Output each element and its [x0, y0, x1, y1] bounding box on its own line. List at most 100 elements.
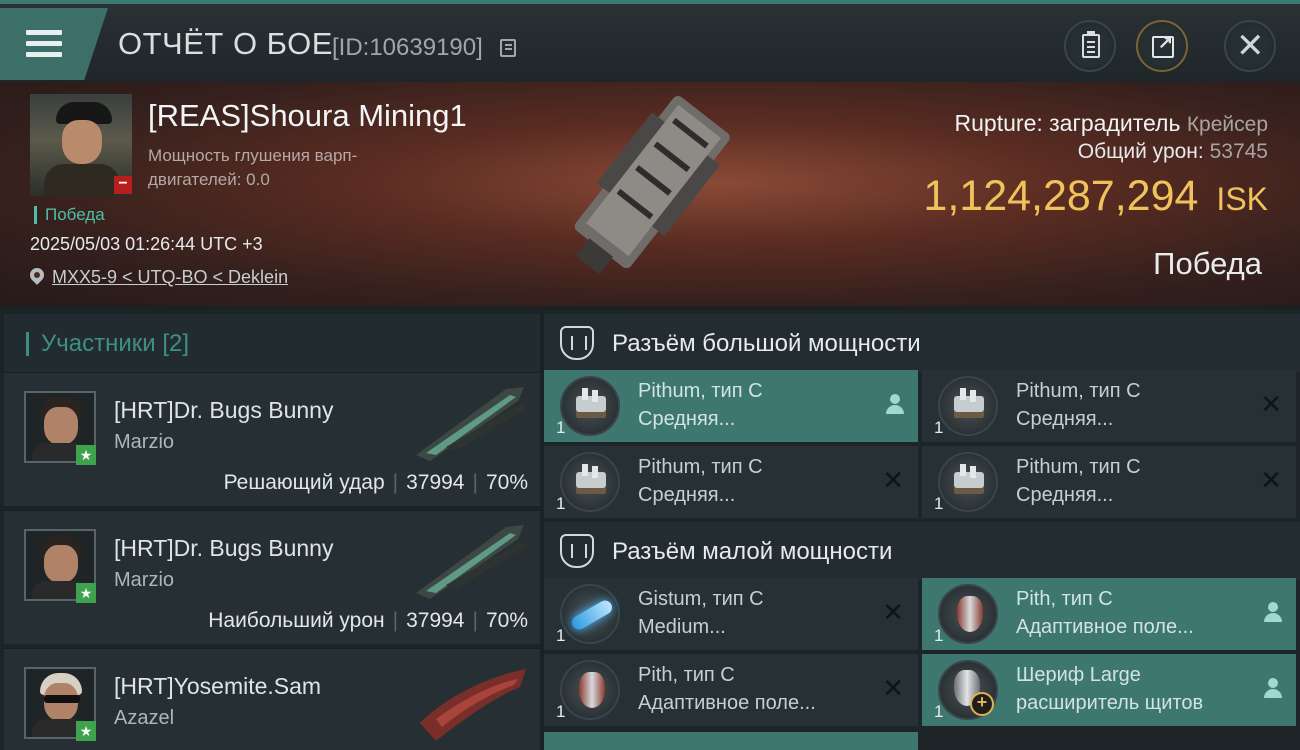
- total-damage-value: 53745: [1209, 140, 1268, 163]
- module-slot[interactable]: 1 Gistum, тип C Medium... ✕: [544, 578, 918, 650]
- report-id: [ID:10639190]: [332, 34, 483, 61]
- module-slot-partial[interactable]: [544, 732, 918, 750]
- destroyed-icon: ✕: [1260, 389, 1282, 419]
- module-name: Pithum, тип C: [1016, 380, 1141, 402]
- fitting-panel: Разъём большой мощности 1 Pithum, тип C …: [544, 310, 1300, 750]
- module-name: Pithum, тип C: [638, 380, 763, 402]
- page-title: ОТЧЁТ О БОЕ: [118, 26, 333, 61]
- participant-ship-image: [420, 669, 526, 741]
- module-slot[interactable]: 1 Pith, тип C Адаптивное поле...: [922, 578, 1296, 650]
- star-badge-icon: ★: [76, 583, 96, 603]
- module-quantity: 1: [556, 626, 566, 645]
- module-description: Medium...: [638, 616, 726, 638]
- menu-icon: [26, 30, 62, 58]
- module-description: Средняя...: [638, 408, 736, 430]
- warp-disruption-label: Мощность глушения варп-двигателей: 0.0: [148, 146, 358, 189]
- isk-value: 1,124,287,294: [923, 172, 1199, 220]
- minus-badge-icon: −: [114, 176, 132, 194]
- module-description: Средняя...: [1016, 408, 1114, 430]
- participant-ship: Azazel: [114, 707, 175, 729]
- high-slot-title: Разъём большой мощности: [612, 330, 921, 357]
- module-quantity: 1: [556, 418, 566, 437]
- module-slot[interactable]: 1 Pithum, тип C Средняя... ✕: [922, 370, 1296, 442]
- module-name: Gistum, тип C: [638, 588, 764, 610]
- ship-class: Крейсер: [1186, 113, 1268, 136]
- participant-damage: 37994: [406, 471, 465, 494]
- destroyed-icon: ✕: [882, 673, 904, 703]
- participant-card[interactable]: ★ [HRT]Dr. Bugs Bunny Marzio Наибольший …: [4, 510, 540, 644]
- participants-header[interactable]: Участники [2]: [4, 314, 540, 372]
- participant-ship: Marzio: [114, 569, 175, 591]
- destroyed-icon: ✕: [1260, 465, 1282, 495]
- share-button[interactable]: [1136, 20, 1188, 72]
- total-damage-label: Общий урон:: [1077, 140, 1204, 163]
- participants-panel: Участники [2] ★ [HRT]Dr. Bugs Bunny Marz…: [0, 310, 540, 750]
- charge-icon: [560, 584, 620, 644]
- module-quantity: 1: [934, 702, 944, 721]
- module-quantity: 1: [556, 702, 566, 721]
- participant-damage: 37994: [406, 609, 465, 632]
- clipboard-button[interactable]: [1064, 20, 1116, 72]
- module-slot[interactable]: 1 Pithum, тип C Средняя...: [544, 370, 918, 442]
- participant-percent: 70%: [485, 471, 528, 494]
- participant-name: [HRT]Dr. Bugs Bunny: [114, 535, 334, 561]
- module-slot[interactable]: 1 Pith, тип C Адаптивное поле... ✕: [544, 654, 918, 726]
- participant-card[interactable]: ★ [HRT]Dr. Bugs Bunny Marzio Решающий уд…: [4, 372, 540, 506]
- shield-hardener-icon: [560, 660, 620, 720]
- isk-value-line: 1,124,287,294 ISK: [923, 172, 1268, 221]
- ship-name: Rupture: заградитель: [954, 110, 1181, 136]
- person-icon: [886, 394, 904, 416]
- module-name: Pith, тип C: [638, 664, 735, 686]
- participant-role: Решающий удар: [223, 471, 385, 494]
- module-slot[interactable]: 1 Шериф Large расширитель щитов: [922, 654, 1296, 726]
- module-slot[interactable]: 1 Pithum, тип C Средняя... ✕: [544, 446, 918, 518]
- participant-name: [HRT]Yosemite.Sam: [114, 673, 322, 699]
- module-quantity: 1: [556, 494, 566, 513]
- participant-ship: Marzio: [114, 431, 175, 453]
- victim-summary: − [REAS]Shoura Mining1 Мощность глушения…: [0, 82, 1300, 306]
- module-description: Средняя...: [638, 484, 736, 506]
- person-icon: [1264, 602, 1282, 624]
- module-description: Адаптивное поле...: [638, 692, 816, 714]
- module-name: Pithum, тип C: [1016, 456, 1141, 478]
- low-slot-title: Разъём малой мощности: [612, 538, 893, 565]
- close-button[interactable]: ✕: [1224, 20, 1276, 72]
- turret-icon: [560, 452, 620, 512]
- location-link[interactable]: MXX5-9 < UTQ-BO < Deklein: [52, 267, 288, 288]
- share-icon: [1152, 32, 1174, 58]
- person-icon: [1264, 678, 1282, 700]
- battle-datetime: 2025/05/03 01:26:44 UTC +3: [30, 234, 263, 254]
- participant-ship-image: [416, 525, 526, 599]
- module-quantity: 1: [934, 626, 944, 645]
- victim-ship-image: [574, 95, 730, 275]
- star-badge-icon: ★: [76, 445, 96, 465]
- star-badge-icon: ★: [76, 721, 96, 741]
- module-quantity: 1: [934, 494, 944, 513]
- menu-button[interactable]: [0, 8, 108, 80]
- module-quantity: 1: [934, 418, 944, 437]
- participant-stats: Наибольший урон | 37994 | 70%: [208, 609, 528, 632]
- module-slot[interactable]: 1 Pithum, тип C Средняя... ✕: [922, 446, 1296, 518]
- module-name: Pithum, тип C: [638, 456, 763, 478]
- participant-stats: Решающий удар | 37994 | 70%: [223, 471, 528, 494]
- participant-card[interactable]: ★ [HRT]Yosemite.Sam Azazel: [4, 648, 540, 750]
- close-icon: ✕: [1236, 27, 1265, 65]
- location-pin-icon: [27, 265, 47, 285]
- participants-title: Участники [2]: [26, 332, 189, 356]
- module-description: расширитель щитов: [1016, 692, 1204, 714]
- battle-outcome: Победа: [1153, 246, 1262, 281]
- copy-icon[interactable]: [500, 39, 516, 57]
- module-name: Шериф Large: [1016, 664, 1141, 686]
- result-tag: Победа: [34, 206, 105, 224]
- participant-name: [HRT]Dr. Bugs Bunny: [114, 397, 334, 423]
- turret-icon: [938, 452, 998, 512]
- high-slot-icon: [560, 326, 594, 360]
- victim-name[interactable]: [REAS]Shoura Mining1: [148, 98, 467, 134]
- ship-type-line: Rupture: заградитель Крейсер: [955, 110, 1268, 137]
- participant-percent: 70%: [485, 609, 528, 632]
- clipboard-icon: [1082, 31, 1100, 58]
- total-damage-line: Общий урон: 53745: [1078, 140, 1268, 164]
- low-slot-icon: [560, 534, 594, 568]
- destroyed-icon: ✕: [882, 465, 904, 495]
- high-slot-header: Разъём большой мощности: [544, 314, 1300, 372]
